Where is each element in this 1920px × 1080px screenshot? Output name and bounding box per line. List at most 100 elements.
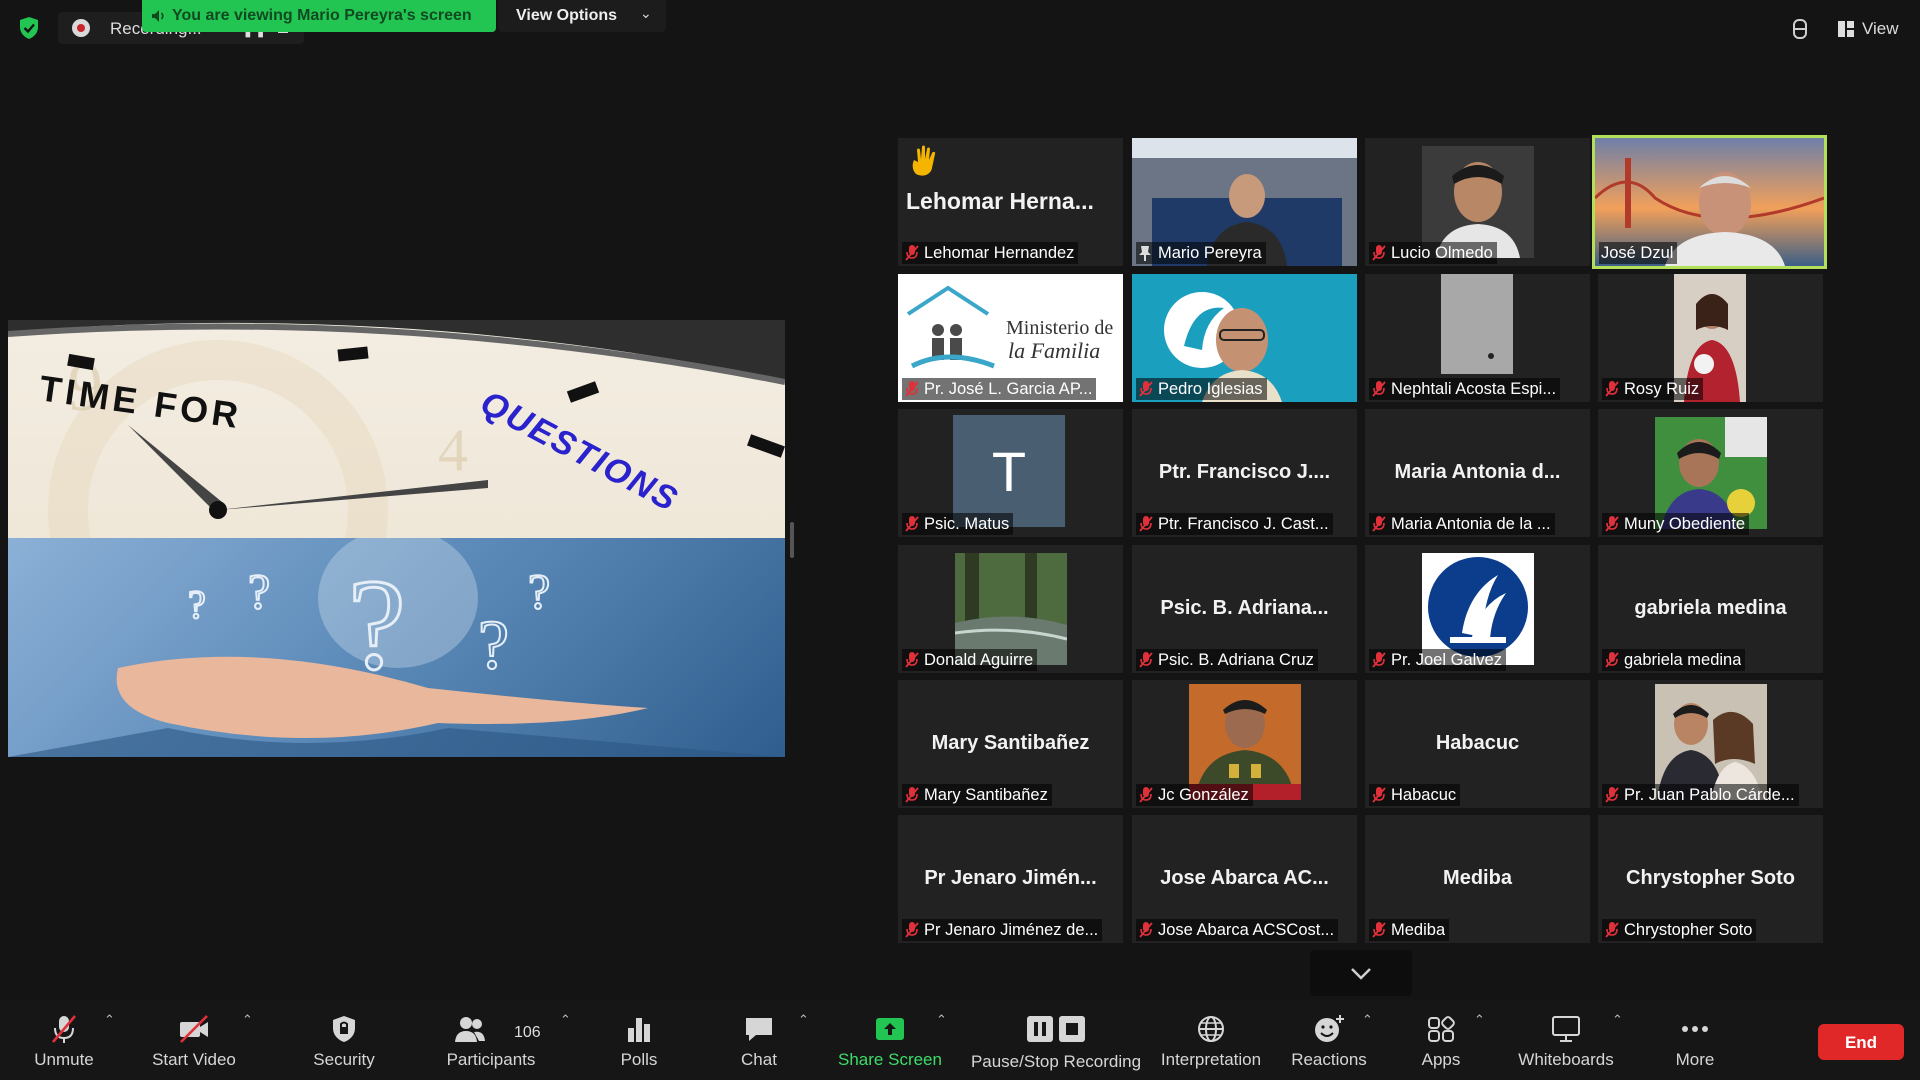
participant-name-label: Mary Santibañez bbox=[902, 784, 1052, 806]
participant-name: Pr. José L. Garcia AP... bbox=[924, 379, 1093, 398]
participant-tile-jose-dzul[interactable]: José Dzul bbox=[1592, 135, 1827, 269]
participants-icon bbox=[454, 1017, 485, 1042]
participant-display-name: Mary Santibañez bbox=[931, 732, 1090, 754]
participant-tile-mario[interactable]: Mario Pereyra bbox=[1132, 138, 1357, 266]
participant-tile-rosy[interactable]: Rosy Ruiz bbox=[1598, 274, 1823, 402]
start-video-button[interactable]: Start Video bbox=[146, 1010, 242, 1074]
participant-tile-jc-gonzalez[interactable]: Jc González bbox=[1132, 680, 1357, 808]
participant-name-label: Muny Obediente bbox=[1602, 513, 1750, 535]
panel-resize-handle[interactable] bbox=[790, 522, 794, 558]
mic-muted-icon bbox=[1372, 516, 1386, 532]
participant-tile-jenaro[interactable]: Pr Jenaro Jimén... Pr Jenaro Jiménez de.… bbox=[898, 815, 1123, 943]
start-video-label: Start Video bbox=[152, 1050, 236, 1069]
view-options-label: View Options bbox=[516, 7, 618, 24]
unmute-button[interactable]: Unmute bbox=[20, 1010, 108, 1074]
participant-tile-habacuc[interactable]: Habacuc Habacuc bbox=[1365, 680, 1590, 808]
questions-text: QUESTIONS bbox=[474, 384, 685, 520]
participant-name-label: Pr Jenaro Jiménez de... bbox=[902, 919, 1103, 941]
logo-text-ministerio: Ministerio de bbox=[1006, 317, 1113, 339]
svg-text:?: ? bbox=[188, 582, 206, 627]
participants-options-caret-icon[interactable]: ⌃ bbox=[560, 1012, 571, 1028]
shared-screen: 9 4 TIME FOR QUESTIONS ? ? ? ? ? bbox=[8, 320, 785, 757]
more-button[interactable]: More bbox=[1660, 1010, 1730, 1074]
participant-display-name: Pr Jenaro Jimén... bbox=[924, 867, 1097, 889]
participant-name-label: Psic. Matus bbox=[902, 513, 1014, 535]
participant-name-label: Mario Pereyra bbox=[1136, 242, 1266, 264]
chevron-down-icon bbox=[1351, 968, 1371, 980]
mic-muted-icon bbox=[905, 787, 919, 803]
participant-tile-jose-abarca[interactable]: Jose Abarca AC... Jose Abarca ACSCost... bbox=[1132, 815, 1357, 943]
share-screen-label: Share Screen bbox=[838, 1050, 942, 1069]
participant-tile-mary[interactable]: Mary Santibañez Mary Santibañez bbox=[898, 680, 1123, 808]
apps-options-caret-icon[interactable]: ⌃ bbox=[1474, 1012, 1485, 1028]
participant-name-label: Lucio Olmedo bbox=[1369, 242, 1497, 264]
participant-tile-francisco[interactable]: Ptr. Francisco J.... Ptr. Francisco J. C… bbox=[1132, 409, 1357, 537]
participant-tile-joel[interactable]: Pr. Joel Galvez bbox=[1365, 545, 1590, 673]
participant-name-label: Pr. Joel Galvez bbox=[1369, 649, 1506, 671]
security-button[interactable]: Security bbox=[300, 1010, 388, 1074]
participant-display-name: Maria Antonia d... bbox=[1394, 461, 1561, 483]
immersive-view-icon[interactable] bbox=[1788, 16, 1812, 42]
hand-questions-image: ? ? ? ? ? bbox=[8, 528, 785, 757]
participant-tile-chrystopher[interactable]: Chrystopher Soto Chrystopher Soto bbox=[1598, 815, 1823, 943]
participant-display-name: Ptr. Francisco J.... bbox=[1158, 461, 1331, 483]
interpretation-button[interactable]: Interpretation bbox=[1156, 1010, 1266, 1074]
participant-name: Chrystopher Soto bbox=[1624, 920, 1753, 939]
end-meeting-button[interactable]: End bbox=[1818, 1024, 1904, 1060]
participant-tile-nephtali[interactable]: Nephtali Acosta Espi... bbox=[1365, 274, 1590, 402]
share-screen-icon bbox=[876, 1018, 904, 1040]
participant-name-label: Jc González bbox=[1136, 784, 1253, 806]
participant-name: José Dzul bbox=[1601, 243, 1674, 262]
mic-muted-icon bbox=[1605, 922, 1619, 938]
share-options-caret-icon[interactable]: ⌃ bbox=[936, 1012, 947, 1028]
mic-muted-icon bbox=[1139, 652, 1153, 668]
apps-button[interactable]: Apps bbox=[1406, 1010, 1476, 1074]
video-options-caret-icon[interactable]: ⌃ bbox=[242, 1012, 253, 1028]
participant-display-name: Lehomar Herna... bbox=[906, 188, 1094, 214]
participant-tile-maria-antonia[interactable]: Maria Antonia d... Maria Antonia de la .… bbox=[1365, 409, 1590, 537]
security-shield-icon[interactable] bbox=[18, 16, 40, 40]
participants-button[interactable]: 106 Participants bbox=[438, 1010, 544, 1074]
logo-text-familia: la Familia bbox=[1008, 338, 1100, 363]
participant-name: Ptr. Francisco J. Cast... bbox=[1158, 514, 1329, 533]
participant-display-name: Jose Abarca AC... bbox=[1160, 867, 1329, 889]
participant-tile-jose-garcia[interactable]: Ministerio de la Familia Pr. José L. Gar… bbox=[898, 274, 1123, 402]
reactions-options-caret-icon[interactable]: ⌃ bbox=[1362, 1012, 1373, 1028]
participant-name-label: Pr. José L. Garcia AP... bbox=[902, 378, 1097, 400]
viewing-screen-text: You are viewing Mario Pereyra's screen bbox=[172, 7, 472, 24]
participant-tile-mediba[interactable]: Mediba Mediba bbox=[1365, 815, 1590, 943]
mic-muted-icon bbox=[1139, 381, 1153, 397]
participant-name-label: Jose Abarca ACSCost... bbox=[1136, 919, 1339, 941]
participant-tile-lucio[interactable]: Lucio Olmedo bbox=[1365, 138, 1590, 266]
participant-name-label: Rosy Ruiz bbox=[1602, 378, 1704, 400]
chat-button[interactable]: Chat bbox=[724, 1010, 794, 1074]
svg-text:?: ? bbox=[528, 563, 550, 619]
participant-tile-adriana[interactable]: Psic. B. Adriana... Psic. B. Adriana Cru… bbox=[1132, 545, 1357, 673]
gallery-next-page-button[interactable] bbox=[1310, 950, 1412, 996]
participant-tile-psic-matus[interactable]: T Psic. Matus bbox=[898, 409, 1123, 537]
security-label: Security bbox=[313, 1050, 375, 1069]
participant-name-label: Maria Antonia de la ... bbox=[1369, 513, 1555, 535]
participant-name: Muny Obediente bbox=[1624, 514, 1746, 533]
share-screen-button[interactable]: Share Screen bbox=[836, 1010, 944, 1074]
pause-stop-recording-button[interactable]: Pause/Stop Recording bbox=[966, 1010, 1146, 1074]
audio-options-caret-icon[interactable]: ⌃ bbox=[104, 1012, 115, 1028]
clock-image: 9 4 TIME FOR QUESTIONS bbox=[8, 320, 785, 680]
participant-display-name: Mediba bbox=[1443, 867, 1512, 889]
mic-muted-icon bbox=[905, 245, 919, 261]
participant-tile-muny[interactable]: Muny Obediente bbox=[1598, 409, 1823, 537]
chat-options-caret-icon[interactable]: ⌃ bbox=[798, 1012, 809, 1028]
mic-muted-icon bbox=[1372, 787, 1386, 803]
view-options-menu[interactable]: View Options ⌄ bbox=[498, 0, 666, 32]
participant-tile-lehomar[interactable]: Lehomar Herna... Lehomar Hernandez bbox=[898, 138, 1123, 266]
participant-tile-pedro[interactable]: Pedro Iglesias bbox=[1132, 274, 1357, 402]
mic-muted-icon bbox=[905, 652, 919, 668]
reactions-button[interactable]: Reactions bbox=[1290, 1010, 1368, 1074]
whiteboards-button[interactable]: Whiteboards bbox=[1508, 1010, 1624, 1074]
view-button[interactable]: View bbox=[1838, 16, 1902, 42]
participant-tile-gabriela[interactable]: gabriela medina gabriela medina bbox=[1598, 545, 1823, 673]
participant-tile-donald[interactable]: Donald Aguirre bbox=[898, 545, 1123, 673]
participant-tile-juan-pablo[interactable]: Pr. Juan Pablo Cárde... bbox=[1598, 680, 1823, 808]
polls-button[interactable]: Polls bbox=[604, 1010, 674, 1074]
whiteboards-options-caret-icon[interactable]: ⌃ bbox=[1612, 1012, 1623, 1028]
